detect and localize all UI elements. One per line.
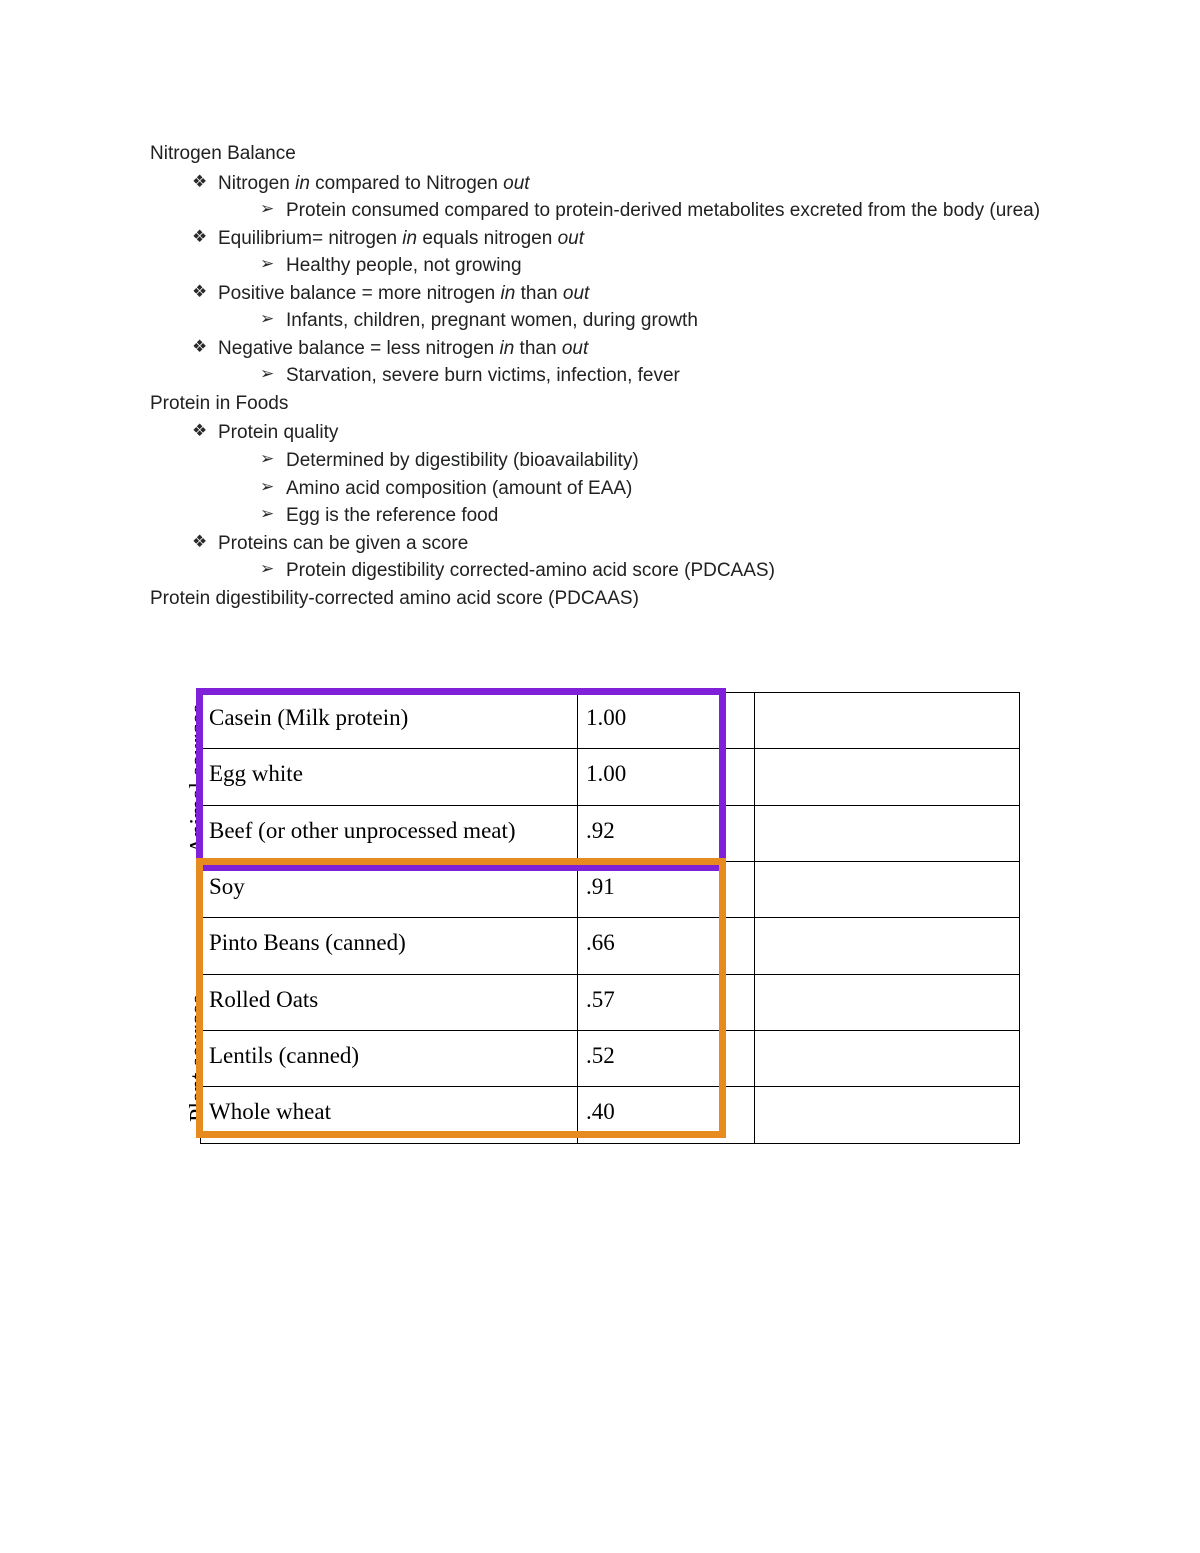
subbullet-protein-consumed: Protein consumed compared to protein-der… [260, 197, 1050, 225]
food-cell: Lentils (canned) [201, 1031, 578, 1087]
subbullet-egg-ref: Egg is the reference food [260, 502, 1050, 530]
section-heading-foods: Protein in Foods [150, 390, 1050, 418]
bullet-equilibrium: Equilibrium= nitrogen in equals nitrogen… [192, 225, 1050, 253]
score-cell: .52 [578, 1031, 755, 1087]
empty-cell [755, 862, 1020, 918]
score-cell: .92 [578, 805, 755, 861]
subbullet-pdcaas: Protein digestibility corrected-amino ac… [260, 557, 1050, 585]
italic-out: out [503, 173, 529, 194]
score-cell: 1.00 [578, 693, 755, 749]
pdcaas-table: Casein (Milk protein) 1.00 Egg white 1.0… [200, 692, 1020, 1144]
table-row: Pinto Beans (canned) .66 [201, 918, 1020, 974]
score-cell: .40 [578, 1087, 755, 1143]
subbullet-amino-comp: Amino acid composition (amount of EAA) [260, 475, 1050, 503]
bullet-protein-score: Proteins can be given a score [192, 530, 1050, 558]
empty-cell [755, 749, 1020, 805]
food-cell: Pinto Beans (canned) [201, 918, 578, 974]
table-row: Lentils (canned) .52 [201, 1031, 1020, 1087]
bullet-protein-quality: Protein quality [192, 419, 1050, 447]
italic-out: out [563, 283, 589, 304]
bullet-nitrogen-in-out: Nitrogen in compared to Nitrogen out [192, 170, 1050, 198]
food-cell: Whole wheat [201, 1087, 578, 1143]
text: Nitrogen [218, 173, 295, 194]
italic-in: in [402, 228, 417, 249]
text: than [515, 283, 563, 304]
empty-cell [755, 974, 1020, 1030]
section-heading-nitrogen: Nitrogen Balance [150, 140, 1050, 168]
empty-cell [755, 1087, 1020, 1143]
food-cell: Soy [201, 862, 578, 918]
subbullet-starvation: Starvation, severe burn victims, infecti… [260, 362, 1050, 390]
empty-cell [755, 1031, 1020, 1087]
empty-cell [755, 918, 1020, 974]
food-cell: Beef (or other unprocessed meat) [201, 805, 578, 861]
empty-cell [755, 805, 1020, 861]
score-cell: .66 [578, 918, 755, 974]
text: Negative balance = less nitrogen [218, 338, 499, 359]
table-row: Egg white 1.00 [201, 749, 1020, 805]
bullet-negative: Negative balance = less nitrogen in than… [192, 335, 1050, 363]
italic-out: out [558, 228, 584, 249]
document-page: Nitrogen Balance Nitrogen in compared to… [0, 0, 1200, 1553]
text: compared to Nitrogen [310, 173, 503, 194]
table-row: Beef (or other unprocessed meat) .92 [201, 805, 1020, 861]
food-cell: Egg white [201, 749, 578, 805]
table-row: Casein (Milk protein) 1.00 [201, 693, 1020, 749]
table-row: Soy .91 [201, 862, 1020, 918]
score-cell: .91 [578, 862, 755, 918]
text: Equilibrium= nitrogen [218, 228, 402, 249]
food-cell: Casein (Milk protein) [201, 693, 578, 749]
empty-cell [755, 693, 1020, 749]
subbullet-digestibility: Determined by digestibility (bioavailabi… [260, 447, 1050, 475]
score-cell: .57 [578, 974, 755, 1030]
food-cell: Rolled Oats [201, 974, 578, 1030]
subbullet-healthy: Healthy people, not growing [260, 252, 1050, 280]
italic-out: out [562, 338, 588, 359]
italic-in: in [295, 173, 310, 194]
table-row: Whole wheat .40 [201, 1087, 1020, 1143]
text: equals nitrogen [417, 228, 558, 249]
bullet-positive: Positive balance = more nitrogen in than… [192, 280, 1050, 308]
section-heading-pdcaas: Protein digestibility-corrected amino ac… [150, 585, 1050, 613]
text: than [514, 338, 562, 359]
italic-in: in [499, 338, 514, 359]
italic-in: in [501, 283, 516, 304]
subbullet-infants: Infants, children, pregnant women, durin… [260, 307, 1050, 335]
text: Positive balance = more nitrogen [218, 283, 501, 304]
table-row: Rolled Oats .57 [201, 974, 1020, 1030]
score-cell: 1.00 [578, 749, 755, 805]
